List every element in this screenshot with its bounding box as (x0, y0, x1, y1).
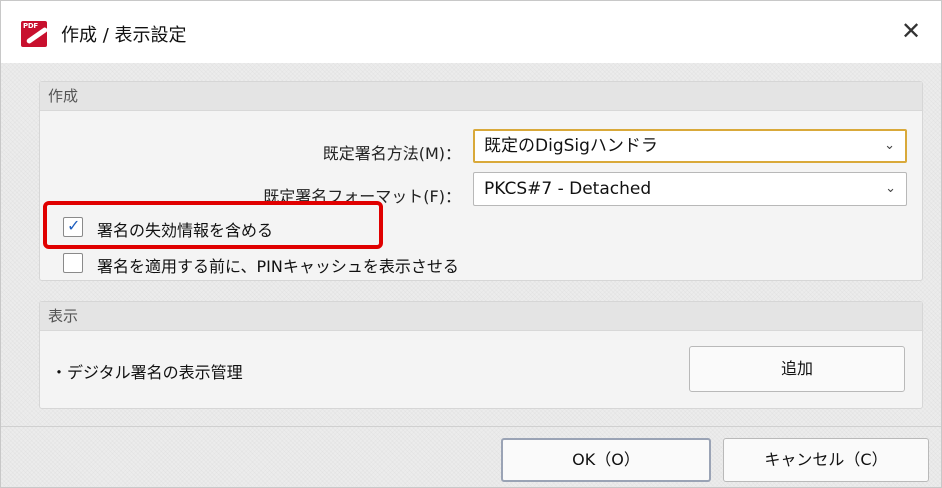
chevron-down-icon: ⌄ (885, 181, 896, 196)
chevron-down-icon: ⌄ (884, 138, 895, 153)
signature-method-select[interactable]: 既定のDigSigハンドラ ⌄ (473, 129, 907, 163)
footer-divider (1, 426, 941, 427)
app-logo-icon: PDF (21, 21, 47, 47)
check-icon: ✓ (67, 216, 81, 235)
signature-method-value: 既定のDigSigハンドラ (484, 136, 658, 156)
create-group-header: 作成 (40, 82, 922, 111)
show-pin-cache-label: 署名を適用する前に、PINキャッシュを表示させる (97, 257, 459, 276)
settings-dialog: PDF 作成 / 表示設定 ✕ 作成 既定署名方法(M)： 既定のDigSigハ… (0, 0, 942, 488)
app-logo-text: PDF (23, 22, 38, 30)
display-group-header: 表示 (40, 302, 922, 331)
close-button[interactable]: ✕ (893, 15, 929, 47)
signature-format-select[interactable]: PKCS#7 - Detached ⌄ (473, 172, 907, 206)
title-bar: PDF 作成 / 表示設定 ✕ (1, 1, 941, 63)
include-revocation-checkbox[interactable]: ✓ (63, 216, 83, 237)
include-revocation-label: 署名の失効情報を含める (97, 221, 274, 240)
close-icon: ✕ (900, 17, 922, 45)
show-pin-cache-checkbox[interactable] (63, 253, 83, 273)
signature-format-value: PKCS#7 - Detached (484, 179, 652, 199)
cancel-button[interactable]: キャンセル（C） (723, 438, 929, 482)
add-button[interactable]: 追加 (689, 346, 905, 392)
signature-display-management-label: ・デジタル署名の表示管理 (51, 363, 243, 382)
ok-button[interactable]: OK（O） (501, 438, 711, 482)
signature-method-label: 既定署名方法(M)： (322, 144, 461, 163)
window-title: 作成 / 表示設定 (61, 25, 187, 46)
signature-format-label: 既定署名フォーマット(F)： (263, 187, 461, 206)
